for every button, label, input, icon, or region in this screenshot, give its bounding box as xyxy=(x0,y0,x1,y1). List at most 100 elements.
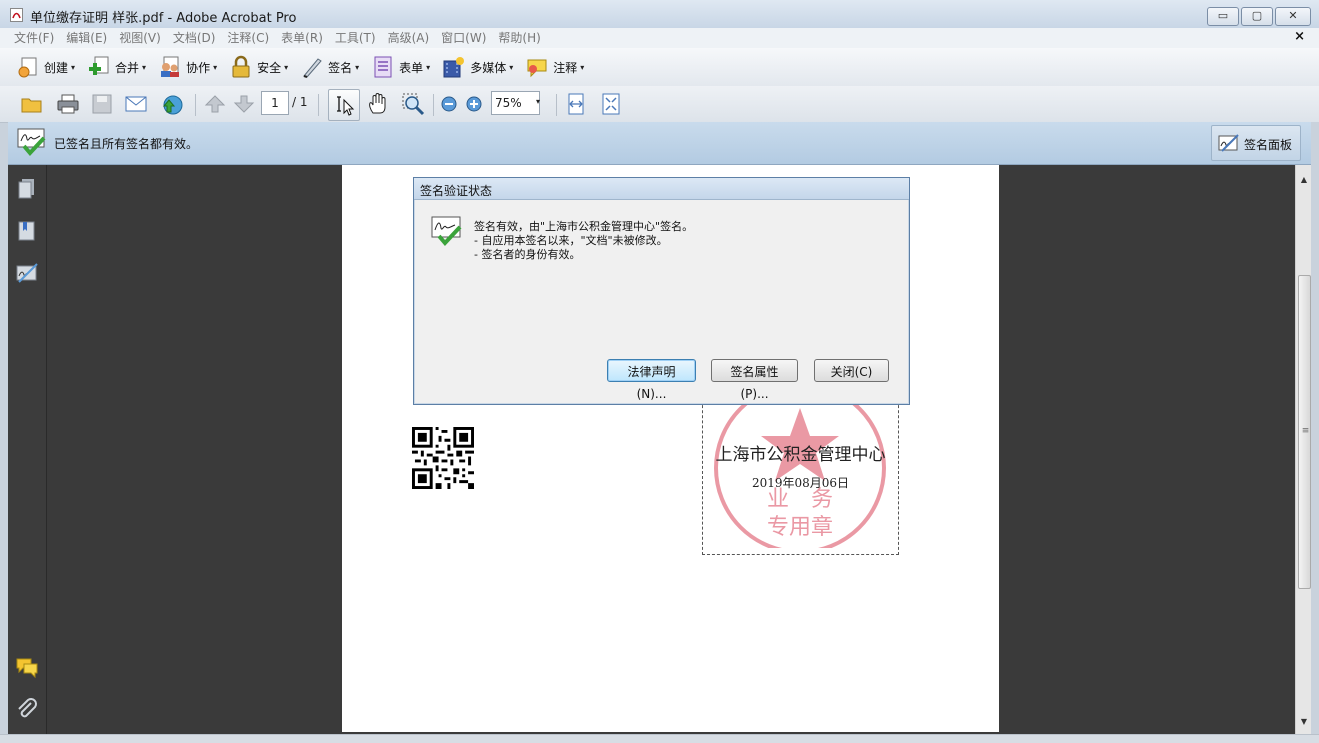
scrollbar-thumb[interactable]: ≡ xyxy=(1298,275,1311,589)
maximize-button[interactable]: ▢ xyxy=(1241,7,1273,26)
chevron-down-icon: ▾ xyxy=(71,62,76,72)
save-icon[interactable] xyxy=(90,92,114,116)
maximize-icon: ▢ xyxy=(1251,9,1263,22)
zoom-dropdown-chevron-icon[interactable]: ▾ xyxy=(536,97,540,106)
signature-valid-icon xyxy=(431,216,462,246)
signature-panel-icon xyxy=(1218,134,1239,152)
dialog-title: 签名验证状态 xyxy=(420,184,493,198)
comment-icon xyxy=(527,59,547,78)
signature-stamp-field[interactable]: 业 务 专用章 上海市公积金管理中心 上海市公积金管理中心 2019年08月06… xyxy=(702,388,899,555)
task-combine-label: 合并 xyxy=(115,60,140,75)
comments-panel-icon[interactable] xyxy=(15,655,39,679)
chevron-down-icon: ▾ xyxy=(213,62,218,72)
qr-code-image xyxy=(412,427,474,489)
minimize-icon: ▭ xyxy=(1217,9,1229,22)
pages-panel-icon[interactable] xyxy=(15,177,39,201)
task-forms-label: 表单 xyxy=(399,60,424,75)
signature-panel-label: 签名面板 xyxy=(1244,138,1293,152)
chevron-down-icon: ▾ xyxy=(142,62,147,72)
multimedia-icon xyxy=(443,57,465,78)
stamp-organization-name: 上海市公积金管理中心 xyxy=(715,445,886,465)
navigation-pane xyxy=(8,165,47,742)
zoom-level-input[interactable]: 75% xyxy=(491,91,540,115)
text-cursor-arrow-icon xyxy=(337,96,355,116)
menu-advanced[interactable]: 高级(A) xyxy=(382,30,436,46)
upload-globe-icon[interactable] xyxy=(160,92,184,116)
task-multimedia-button[interactable]: 多媒体 ▾ xyxy=(438,53,519,81)
email-icon[interactable] xyxy=(124,92,148,116)
task-create-label: 创建 xyxy=(44,60,69,75)
chevron-down-icon: ▾ xyxy=(426,62,431,72)
official-seal-image: 业 务 专用章 上海市公积金管理中心 xyxy=(708,388,892,548)
chevron-down-icon: ▾ xyxy=(509,62,514,72)
menu-window[interactable]: 窗口(W) xyxy=(435,30,492,46)
pen-icon xyxy=(303,58,322,78)
menu-help[interactable]: 帮助(H) xyxy=(492,30,546,46)
create-icon xyxy=(18,57,37,78)
full-screen-icon[interactable] xyxy=(599,92,623,116)
page-total: / 1 xyxy=(292,95,308,109)
menu-edit[interactable]: 编辑(E) xyxy=(60,30,113,46)
task-create-button[interactable]: 创建 ▾ xyxy=(12,53,81,81)
task-collaborate-label: 协作 xyxy=(186,60,211,75)
navigation-toolbar: 1 / 1 75% ▾ xyxy=(0,86,1319,123)
task-comment-button[interactable]: 注释 ▾ xyxy=(521,53,590,81)
task-toolbar: 创建 ▾ 合并 ▾ 协作 ▾ 安全 ▾ 签名 ▾ 表单 ▾ 多媒体 ▾ 注释 ▾ xyxy=(0,48,1319,87)
close-icon: ✕ xyxy=(1288,9,1298,22)
pdf-file-icon xyxy=(10,8,23,22)
fit-width-icon[interactable] xyxy=(564,92,588,116)
bookmarks-panel-icon[interactable] xyxy=(15,219,39,243)
zoom-out-icon[interactable] xyxy=(440,95,458,113)
svg-text:专用章: 专用章 xyxy=(767,515,833,540)
menu-forms[interactable]: 表单(R) xyxy=(275,30,329,46)
signature-panel-button[interactable]: 签名面板 xyxy=(1211,125,1301,161)
task-secure-label: 安全 xyxy=(257,60,282,75)
signature-properties-button[interactable]: 签名属性(P)... xyxy=(711,359,798,401)
zoom-in-icon[interactable] xyxy=(465,95,483,113)
task-sign-label: 签名 xyxy=(328,60,353,75)
attachments-paperclip-icon[interactable] xyxy=(15,697,39,721)
signature-validation-dialog: 签名验证状态 签名有效，由"上海市公积金管理中心"签名。 - 自应用本签名以来，… xyxy=(413,177,910,405)
window-frame-right xyxy=(1311,122,1319,742)
page-number-input[interactable]: 1 xyxy=(261,91,289,115)
minimize-button[interactable]: ▭ xyxy=(1207,7,1239,26)
next-page-icon[interactable] xyxy=(232,92,256,116)
open-folder-icon[interactable] xyxy=(20,92,44,116)
menu-view[interactable]: 视图(V) xyxy=(113,30,167,46)
marquee-zoom-icon[interactable] xyxy=(401,92,425,116)
task-secure-button[interactable]: 安全 ▾ xyxy=(225,53,294,81)
dialog-detail-line-2: - 签名者的身份有效。 xyxy=(474,248,581,261)
task-sign-button[interactable]: 签名 ▾ xyxy=(296,53,365,81)
legal-notice-button[interactable]: 法律声明(N)... xyxy=(607,359,696,401)
chevron-down-icon: ▾ xyxy=(355,62,360,72)
select-tool-button[interactable] xyxy=(328,89,360,121)
combine-icon xyxy=(89,56,109,75)
menu-bar: 文件(F) 编辑(E) 视图(V) 文档(D) 注释(C) 表单(R) 工具(T… xyxy=(0,28,1319,49)
chevron-down-icon: ▾ xyxy=(580,62,585,72)
menu-document[interactable]: 文档(D) xyxy=(167,30,222,46)
signatures-panel-icon[interactable] xyxy=(15,261,39,285)
chevron-down-icon: ▾ xyxy=(284,62,289,72)
collaborate-icon xyxy=(161,56,180,77)
menu-comments[interactable]: 注释(C) xyxy=(221,30,275,46)
menu-file[interactable]: 文件(F) xyxy=(8,30,60,46)
task-forms-button[interactable]: 表单 ▾ xyxy=(367,53,436,81)
task-collaborate-button[interactable]: 协作 ▾ xyxy=(154,53,223,81)
signature-status-bar: 已签名且所有签名都有效。 签名面板 xyxy=(8,122,1311,165)
title-bar: 单位缴存证明 样张.pdf - Adobe Acrobat Pro ▭ ▢ ✕ xyxy=(0,0,1319,29)
previous-page-icon[interactable] xyxy=(203,92,227,116)
scroll-down-arrow-icon[interactable]: ▼ xyxy=(1296,717,1312,726)
stamp-date: 2019年08月06日 xyxy=(751,476,850,490)
task-combine-button[interactable]: 合并 ▾ xyxy=(83,53,152,81)
menu-tools[interactable]: 工具(T) xyxy=(329,30,382,46)
close-dialog-button[interactable]: 关闭(C) xyxy=(814,359,889,382)
vertical-scrollbar[interactable]: ▲ ≡ ▼ xyxy=(1295,165,1312,734)
lock-icon xyxy=(232,55,250,78)
window-title: 单位缴存证明 样张.pdf - Adobe Acrobat Pro xyxy=(30,11,297,26)
dialog-title-bar[interactable]: 签名验证状态 xyxy=(414,178,909,200)
scroll-up-arrow-icon[interactable]: ▲ xyxy=(1296,175,1312,184)
close-document-button[interactable]: × xyxy=(1294,29,1305,44)
hand-tool-icon[interactable] xyxy=(366,92,390,116)
print-icon[interactable] xyxy=(56,92,80,116)
close-window-button[interactable]: ✕ xyxy=(1275,7,1311,26)
